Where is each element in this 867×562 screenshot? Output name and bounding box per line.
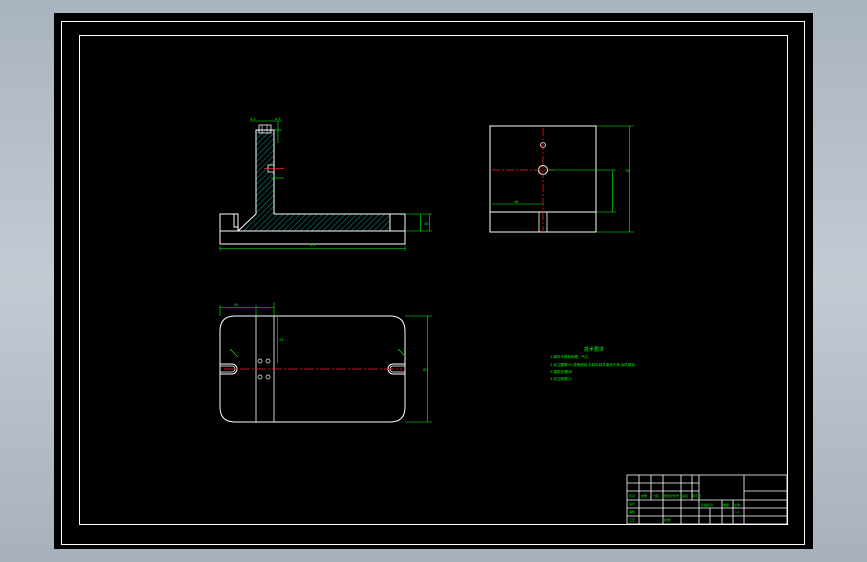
tb-label-process: 工艺 [629,517,635,522]
title-block [626,474,788,525]
dim-side-height: 78 [625,169,629,173]
tb-row-label-2: 处数 [641,493,647,498]
dim-top-overall-height: 80 [423,368,427,372]
technical-notes: 技术要求 1.铸件不得有砂眼、气孔 2.未注圆角R3,锐角倒钝,去除毛刺并清洗干… [550,346,635,381]
dim-front-top-right: 4.5 [275,117,281,121]
note-line-4: 4.未注倒角C1 [550,376,572,381]
dim-front-overall-width: 2.4 [310,243,316,247]
tb-scale-value: 1:1 [735,510,740,514]
tb-row-label-3: 分区 [653,493,659,498]
tb-label-design: 设计 [629,501,635,506]
dim-front-top-left: 4.5 [250,117,256,121]
dim-front-right-height: 38 [424,222,428,226]
tb-label-approve: 批准 [664,517,670,522]
top-view [219,302,432,423]
side-view [489,125,634,233]
tb-row-label-1: 标记 [629,493,635,498]
front-section-view [219,120,432,251]
dim-top-width-a: 45 [234,303,238,307]
note-line-1: 1.铸件不得有砂眼、气孔 [550,354,589,359]
tb-row-label-6: 年月日 [692,493,701,498]
tb-row-label-4: 更改文件号 [664,493,679,498]
note-line-3: 3.调质处理HB [550,369,573,374]
cad-drawing-canvas: 4.5 4.5 2.4 38 78 48 45 24 80 技术要求 1.铸件不… [61,21,805,545]
tb-label-review: 审核 [629,509,635,514]
tb-field-scale: 比例 [734,502,740,507]
cad-drawing-viewport[interactable]: 4.5 4.5 2.4 38 78 48 45 24 80 技术要求 1.铸件不… [54,13,813,549]
dim-side-offset: 48 [514,200,518,204]
dim-top-height-b: 24 [279,338,284,342]
inner-border [79,35,788,525]
tb-field-stage: 阶段标记 [701,502,713,507]
note-line-2: 2.未注圆角R3,锐角倒钝,去除毛刺并清洗干净,涂防锈油 [550,362,635,367]
outer-border [61,21,805,545]
tb-field-weight: 重量 [723,502,729,507]
tb-row-label-5: 签名 [682,493,688,498]
notes-heading: 技术要求 [584,346,604,353]
title-block-text: 标记 处数 分区 更改文件号 签名 年月日 设计 审核 工艺 批准 阶段标记 重… [629,493,740,522]
